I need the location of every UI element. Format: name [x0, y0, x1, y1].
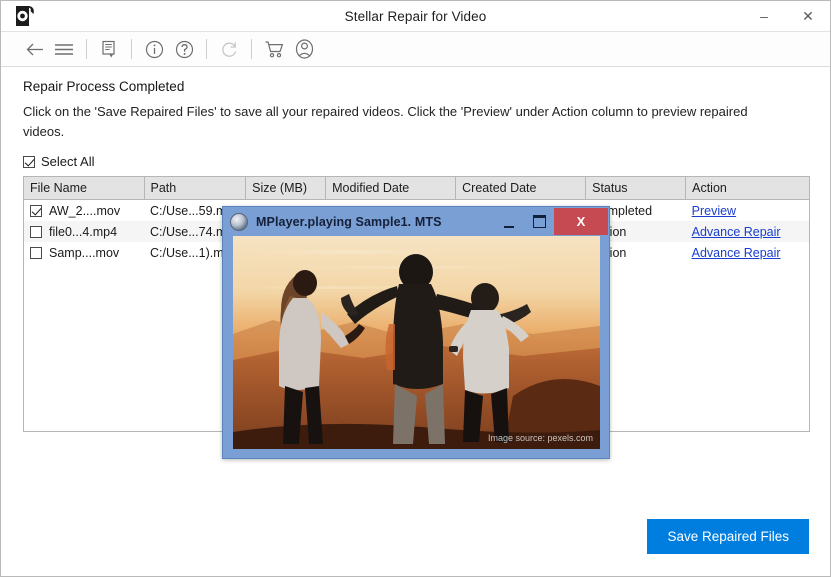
mplayer-title: MPlayer.playing Sample1. MTS: [256, 214, 442, 229]
refresh-icon: [214, 34, 244, 64]
row-checkbox[interactable]: [30, 246, 42, 259]
advance-repair-link[interactable]: Advance Repair: [692, 246, 781, 260]
column-header-status[interactable]: Status: [585, 177, 687, 201]
back-arrow-icon[interactable]: [19, 34, 49, 64]
mplayer-preview-window[interactable]: MPlayer.playing Sample1. MTS X Image sou…: [222, 206, 610, 459]
select-all-label: Select All: [41, 154, 95, 170]
log-report-icon[interactable]: [94, 34, 124, 64]
row-checkbox[interactable]: [30, 204, 42, 217]
user-account-icon[interactable]: [289, 34, 319, 64]
cell-file-name: file0...4.mp4: [24, 221, 144, 242]
toolbar-separator: [86, 39, 87, 59]
window-title: Stellar Repair for Video: [344, 8, 487, 24]
row-checkbox[interactable]: [30, 225, 42, 238]
select-all-row[interactable]: Select All: [23, 154, 94, 169]
page-title: Repair Process Completed: [23, 79, 185, 94]
sunset-friends-photo: [233, 236, 600, 449]
cell-file-name: Samp....mov: [24, 242, 144, 263]
column-header-action[interactable]: Action: [685, 177, 809, 201]
minimize-button[interactable]: –: [742, 1, 786, 31]
table-header-row: File Name Path Size (MB) Modified Date C…: [24, 177, 809, 201]
mplayer-maximize-button[interactable]: [524, 209, 554, 235]
toolbar-separator: [206, 39, 207, 59]
cell-action[interactable]: Preview: [686, 200, 809, 222]
file-name-text: AW_2....mov: [49, 203, 121, 218]
footer-bar: Save Repaired Files: [1, 506, 830, 576]
column-header-modified-date[interactable]: Modified Date: [325, 177, 457, 201]
shopping-cart-icon[interactable]: [259, 34, 289, 64]
cell-action[interactable]: Advance Repair: [686, 242, 809, 263]
window-controls: – ✕: [742, 1, 830, 31]
image-source-watermark: Image source: pexels.com: [487, 433, 593, 443]
file-name-text: Samp....mov: [49, 245, 120, 260]
instruction-text: Click on the 'Save Repaired Files' to sa…: [23, 104, 748, 140]
cell-action[interactable]: Advance Repair: [686, 221, 809, 242]
column-header-file-name[interactable]: File Name: [24, 177, 145, 201]
hamburger-menu-icon[interactable]: [49, 34, 79, 64]
column-header-created-date[interactable]: Created Date: [455, 177, 587, 201]
video-preview-frame[interactable]: Image source: pexels.com: [233, 236, 600, 449]
stellar-video-logo-icon: [12, 3, 38, 29]
select-all-checkbox[interactable]: [23, 155, 35, 168]
toolbar-separator: [131, 39, 132, 59]
media-player-orb-icon: [230, 212, 248, 231]
help-circle-icon[interactable]: [169, 34, 199, 64]
mplayer-close-button[interactable]: X: [554, 208, 608, 235]
advance-repair-link[interactable]: Advance Repair: [692, 225, 781, 239]
title-bar: Stellar Repair for Video – ✕: [1, 1, 830, 31]
mplayer-minimize-button[interactable]: [494, 209, 524, 235]
preview-link[interactable]: Preview: [692, 204, 736, 218]
table-header: File Name Path Size (MB) Modified Date C…: [24, 177, 809, 201]
column-header-size[interactable]: Size (MB): [245, 177, 327, 201]
info-circle-icon[interactable]: [139, 34, 169, 64]
file-name-text: file0...4.mp4: [49, 224, 118, 239]
toolbar: [1, 31, 830, 67]
toolbar-separator: [251, 39, 252, 59]
column-header-path[interactable]: Path: [144, 177, 247, 201]
mplayer-window-controls: X: [494, 207, 609, 236]
mplayer-title-bar: MPlayer.playing Sample1. MTS X: [223, 207, 609, 236]
cell-file-name: AW_2....mov: [24, 200, 144, 221]
close-button[interactable]: ✕: [786, 1, 830, 31]
save-repaired-files-button[interactable]: Save Repaired Files: [647, 519, 809, 554]
application-window: Stellar Repair for Video – ✕ Repair Proc…: [0, 0, 831, 577]
